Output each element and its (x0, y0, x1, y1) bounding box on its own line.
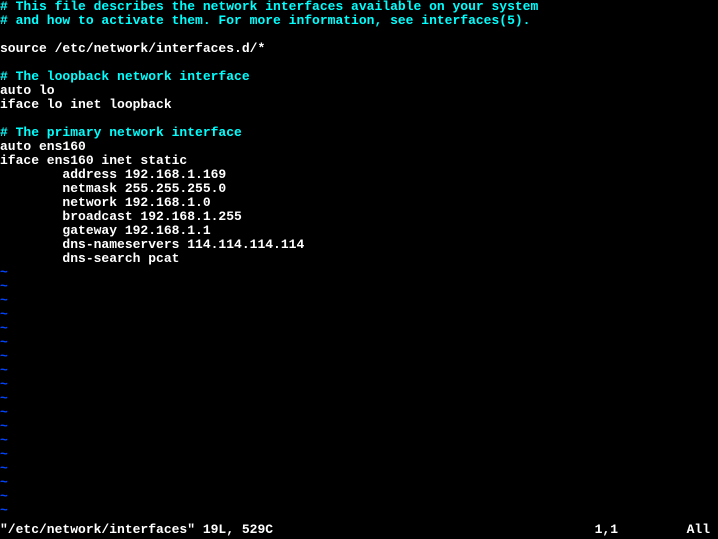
config-line: dns-search pcat (0, 252, 718, 266)
empty-line-marker: ~ (0, 294, 718, 308)
config-line: gateway 192.168.1.1 (0, 224, 718, 238)
comment-line: # and how to activate them. For more inf… (0, 14, 718, 28)
status-cursor-position: 1,1 (595, 523, 618, 537)
empty-line-marker: ~ (0, 504, 718, 518)
empty-line-marker: ~ (0, 336, 718, 350)
empty-line-marker: ~ (0, 364, 718, 378)
config-line: iface lo inet loopback (0, 98, 718, 112)
config-line: netmask 255.255.255.0 (0, 182, 718, 196)
config-line: address 192.168.1.169 (0, 168, 718, 182)
empty-line-marker: ~ (0, 350, 718, 364)
empty-line-marker: ~ (0, 392, 718, 406)
config-line: auto ens160 (0, 140, 718, 154)
empty-line-marker: ~ (0, 406, 718, 420)
status-scroll: All (687, 523, 710, 537)
comment-line: # The loopback network interface (0, 70, 718, 84)
empty-line-marker: ~ (0, 490, 718, 504)
blank-line (0, 112, 718, 126)
config-line: auto lo (0, 84, 718, 98)
empty-line-marker: ~ (0, 462, 718, 476)
config-line: dns-nameservers 114.114.114.114 (0, 238, 718, 252)
empty-line-marker: ~ (0, 448, 718, 462)
empty-line-marker: ~ (0, 308, 718, 322)
blank-line (0, 28, 718, 42)
comment-line: # The primary network interface (0, 126, 718, 140)
blank-line (0, 56, 718, 70)
empty-line-marker: ~ (0, 322, 718, 336)
comment-line: # This file describes the network interf… (0, 0, 718, 14)
config-line: broadcast 192.168.1.255 (0, 210, 718, 224)
empty-line-marker: ~ (0, 434, 718, 448)
empty-line-marker: ~ (0, 420, 718, 434)
status-bar: "/etc/network/interfaces" 19L, 529C 1,1 … (0, 523, 718, 537)
editor-content[interactable]: # This file describes the network interf… (0, 0, 718, 518)
config-line: network 192.168.1.0 (0, 196, 718, 210)
config-line: iface ens160 inet static (0, 154, 718, 168)
empty-line-marker: ~ (0, 280, 718, 294)
empty-line-marker: ~ (0, 378, 718, 392)
config-line: source /etc/network/interfaces.d/* (0, 42, 718, 56)
empty-line-marker: ~ (0, 476, 718, 490)
empty-line-marker: ~ (0, 266, 718, 280)
status-filename: "/etc/network/interfaces" 19L, 529C (0, 523, 273, 537)
